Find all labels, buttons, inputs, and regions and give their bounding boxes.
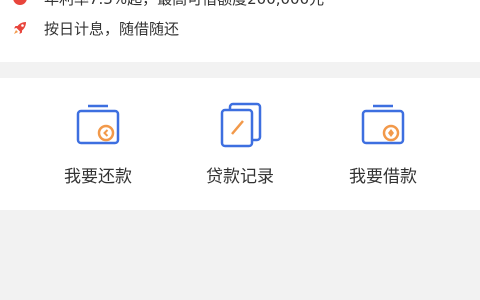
info-card: 年利率7.3%起，最高可借额度200,000元 按日计息，随借随还 bbox=[0, 0, 480, 62]
menu-card: 我要还款 贷款记录 我要借款 bbox=[0, 78, 480, 210]
loan-record-button[interactable]: 贷款记录 bbox=[170, 96, 310, 196]
borrow-button[interactable]: 我要借款 bbox=[313, 96, 453, 196]
repay-button[interactable]: 我要还款 bbox=[28, 96, 168, 196]
repay-icon bbox=[70, 96, 126, 152]
borrow-label: 我要借款 bbox=[349, 167, 417, 187]
info-row-interest: 按日计息，随借随还 bbox=[12, 18, 179, 38]
info-interest-text: 按日计息，随借随还 bbox=[44, 19, 180, 38]
info-rate-text: 年利率7.3%起，最高可借额度200,000元 bbox=[44, 0, 324, 9]
repay-label: 我要还款 bbox=[64, 167, 132, 187]
rocket-icon bbox=[12, 20, 28, 36]
percent-icon bbox=[12, 0, 28, 6]
borrow-icon bbox=[355, 96, 411, 152]
record-icon bbox=[212, 96, 268, 152]
info-row-rate: 年利率7.3%起，最高可借额度200,000元 bbox=[12, 0, 324, 8]
loan-record-label: 贷款记录 bbox=[206, 167, 274, 187]
